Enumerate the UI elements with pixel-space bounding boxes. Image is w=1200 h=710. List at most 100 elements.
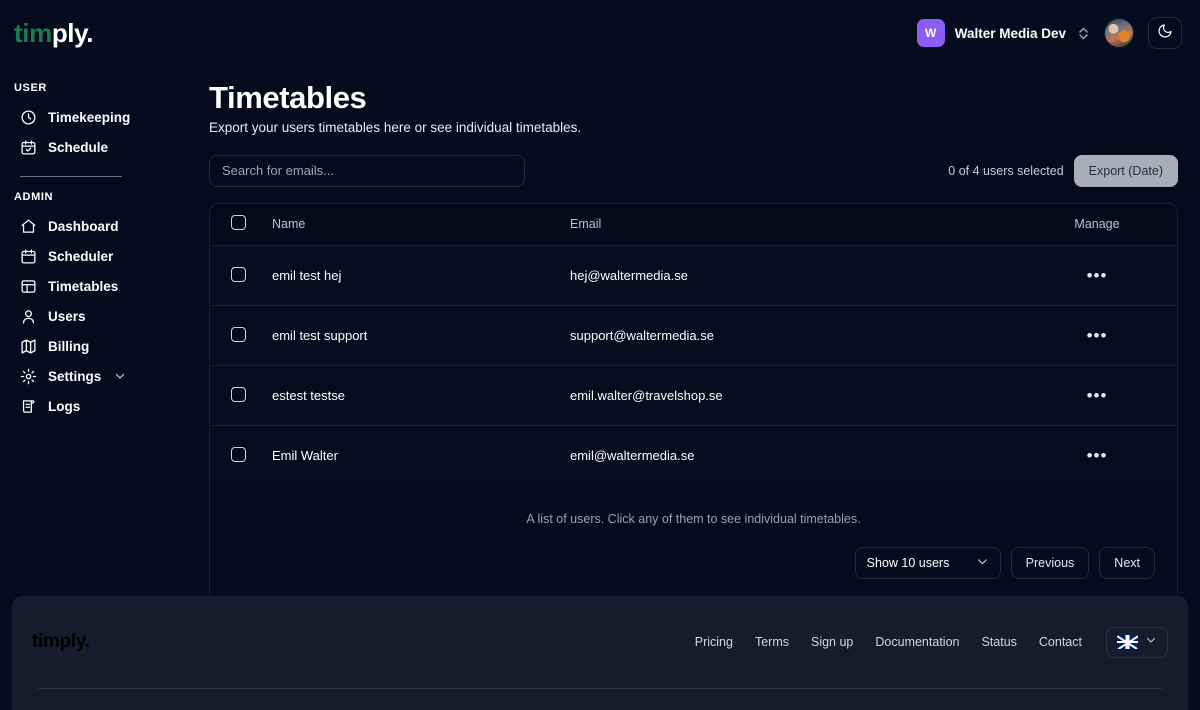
sidebar-item-label: Logs (48, 398, 81, 414)
map-icon (20, 338, 37, 355)
row-checkbox[interactable] (231, 266, 246, 282)
cell-email: support@waltermedia.se (570, 305, 1017, 367)
export-date-button[interactable]: Export (Date) (1073, 154, 1178, 187)
top-bar-right: W Walter Media Dev (916, 17, 1182, 49)
table-row[interactable]: emil test support support@waltermedia.se… (210, 305, 1177, 367)
footer-link-terms[interactable]: Terms (755, 635, 789, 649)
table-header-row: Name Email Manage (210, 203, 1177, 247)
search-input[interactable] (209, 154, 525, 187)
sidebar-item-label: Schedule (48, 139, 109, 155)
sidebar-item-label: Timetables (48, 278, 119, 294)
footer-link-sign-up[interactable]: Sign up (811, 635, 853, 649)
page-footer: timply. Pricing Terms Sign up Documentat… (12, 596, 1188, 710)
footer-link-documentation[interactable]: Documentation (875, 635, 959, 649)
sidebar-item-label: Users (48, 308, 86, 324)
cell-manage: ••• (1017, 425, 1177, 486)
row-checkbox[interactable] (231, 386, 246, 402)
footer-logo[interactable]: timply. (32, 631, 90, 653)
column-header-email[interactable]: Email (570, 203, 1017, 247)
app-logo[interactable]: timply. (14, 18, 93, 49)
table-row[interactable]: emil test hej hej@waltermedia.se ••• (210, 245, 1177, 307)
theme-toggle-button[interactable] (1148, 17, 1182, 49)
sidebar-item-settings[interactable]: Settings (0, 361, 209, 391)
ellipsis-icon[interactable]: ••• (1087, 447, 1108, 464)
sidebar-group-title-admin: ADMIN (14, 191, 54, 203)
org-switcher[interactable]: W Walter Media Dev (916, 19, 1090, 47)
sidebar-item-timetables[interactable]: Timetables (0, 271, 209, 301)
page-subtitle: Export your users timetables here or see… (209, 119, 582, 135)
next-page-button[interactable]: Next (1099, 546, 1155, 579)
select-all-checkbox[interactable] (231, 215, 246, 231)
logo-suffix: ply. (51, 17, 94, 48)
moon-icon (1157, 23, 1173, 44)
ellipsis-icon[interactable]: ••• (1087, 267, 1108, 284)
row-checkbox-cell (210, 245, 272, 307)
table-row[interactable]: Emil Walter emil@waltermedia.se ••• (210, 425, 1177, 486)
sidebar-item-scheduler[interactable]: Scheduler (0, 241, 209, 271)
table-row[interactable]: estest testse emil.walter@travelshop.se … (210, 365, 1177, 427)
footer-link-status[interactable]: Status (981, 635, 1016, 649)
row-checkbox-cell (210, 425, 272, 486)
table-head: Name Email Manage (210, 203, 1177, 247)
page-size-select[interactable]: Show 10 users (854, 546, 1001, 579)
chevron-down-icon (976, 555, 989, 571)
calendar-icon (20, 248, 37, 265)
sidebar-item-label: Dashboard (48, 218, 119, 234)
cell-name: emil test hej (272, 245, 570, 307)
cell-name: Emil Walter (272, 425, 570, 486)
logo-prefix: tim (14, 17, 52, 48)
cell-email: emil@waltermedia.se (570, 425, 1017, 486)
footer-top: timply. Pricing Terms Sign up Documentat… (32, 596, 1168, 688)
app-root: timply. W Walter Media Dev USER Timekeep… (0, 0, 1200, 710)
cell-manage: ••• (1017, 365, 1177, 427)
language-selector[interactable] (1106, 626, 1168, 658)
main-content: Timetables Export your users timetables … (209, 66, 1200, 602)
calendar-check-icon (20, 139, 37, 156)
selected-count-label: 0 of 4 users selected (948, 163, 1064, 178)
chevron-down-icon[interactable] (114, 370, 126, 382)
top-bar: timply. W Walter Media Dev (0, 0, 1200, 66)
footer-links: Pricing Terms Sign up Documentation Stat… (695, 626, 1168, 658)
footer-logo-prefix: tim (32, 631, 60, 652)
row-checkbox-cell (210, 365, 272, 427)
table-caption: A list of users. Click any of them to se… (210, 485, 1177, 526)
uk-flag-icon (1117, 635, 1138, 649)
toolbar-right: 0 of 4 users selected Export (Date) (948, 154, 1178, 187)
org-name: Walter Media Dev (954, 25, 1066, 41)
chevron-up-down-icon[interactable] (1076, 23, 1090, 43)
page-title: Timetables (209, 80, 367, 115)
previous-page-button[interactable]: Previous (1010, 546, 1090, 579)
row-checkbox[interactable] (231, 446, 246, 462)
footer-link-contact[interactable]: Contact (1039, 635, 1082, 649)
ellipsis-icon[interactable]: ••• (1087, 327, 1108, 344)
column-header-name[interactable]: Name (272, 203, 570, 247)
sidebar-item-label: Scheduler (48, 248, 114, 264)
user-icon (20, 308, 37, 325)
sidebar-item-users[interactable]: Users (0, 301, 209, 331)
body-wrapper: USER Timekeeping Schedule ADMIN Dashboar… (0, 66, 1200, 602)
sidebar-item-timekeeping[interactable]: Timekeeping (0, 102, 209, 132)
footer-link-pricing[interactable]: Pricing (695, 635, 733, 649)
footer-divider (38, 688, 1162, 689)
avatar[interactable] (1104, 18, 1134, 48)
cell-manage: ••• (1017, 305, 1177, 367)
table-body: emil test hej hej@waltermedia.se ••• emi… (210, 245, 1177, 486)
home-icon (20, 218, 37, 235)
cell-email: emil.walter@travelshop.se (570, 365, 1017, 427)
row-checkbox[interactable] (231, 326, 246, 342)
sidebar-item-label: Timekeeping (48, 109, 131, 125)
sidebar-item-logs[interactable]: Logs (0, 391, 209, 421)
ellipsis-icon[interactable]: ••• (1087, 387, 1108, 404)
users-table: Name Email Manage emil test hej hej@walt… (210, 203, 1177, 486)
sidebar-item-dashboard[interactable]: Dashboard (0, 211, 209, 241)
footer-logo-suffix: ply. (59, 631, 90, 652)
row-checkbox-cell (210, 305, 272, 367)
sidebar-item-billing[interactable]: Billing (0, 331, 209, 361)
table-icon (20, 278, 37, 295)
cell-email: hej@waltermedia.se (570, 245, 1017, 307)
gear-icon (20, 368, 37, 385)
sidebar-item-schedule[interactable]: Schedule (0, 132, 209, 162)
scroll-icon (20, 398, 37, 415)
users-table-card: Name Email Manage emil test hej hej@walt… (209, 202, 1178, 602)
org-badge: W (916, 19, 945, 47)
